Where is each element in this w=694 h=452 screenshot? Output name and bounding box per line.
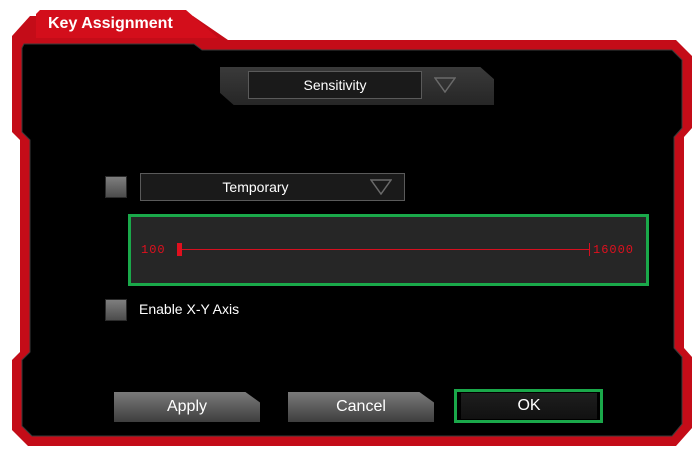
slider-track-end [589,243,590,256]
apply-button[interactable]: Apply [114,392,260,422]
slider-max-label: 16000 [593,243,635,257]
temporary-dropdown-value: Temporary [222,179,289,195]
slider-track[interactable] [177,249,589,250]
dialog-title: Key Assignment [48,15,173,32]
mode-dropdown-value: Sensitivity [303,77,367,93]
cancel-button-label: Cancel [336,398,386,415]
mode-dropdown[interactable]: Sensitivity [248,71,422,99]
cancel-button[interactable]: Cancel [288,392,434,422]
xy-axis-checkbox[interactable] [105,299,127,321]
temporary-checkbox[interactable] [105,176,127,198]
slider-min-label: 100 [141,243,166,257]
temporary-dropdown[interactable]: Temporary [140,173,405,201]
ok-button-label: OK [517,397,541,414]
ok-button[interactable]: OK [461,393,597,419]
slider-thumb[interactable] [177,243,182,256]
chevron-down-icon[interactable] [434,77,456,93]
sensitivity-slider-panel: 100 16000 [128,214,649,286]
xy-axis-label: Enable X-Y Axis [139,301,240,317]
apply-button-label: Apply [166,398,208,415]
ok-button-highlight: OK [454,389,603,423]
chevron-down-icon[interactable] [370,179,392,195]
